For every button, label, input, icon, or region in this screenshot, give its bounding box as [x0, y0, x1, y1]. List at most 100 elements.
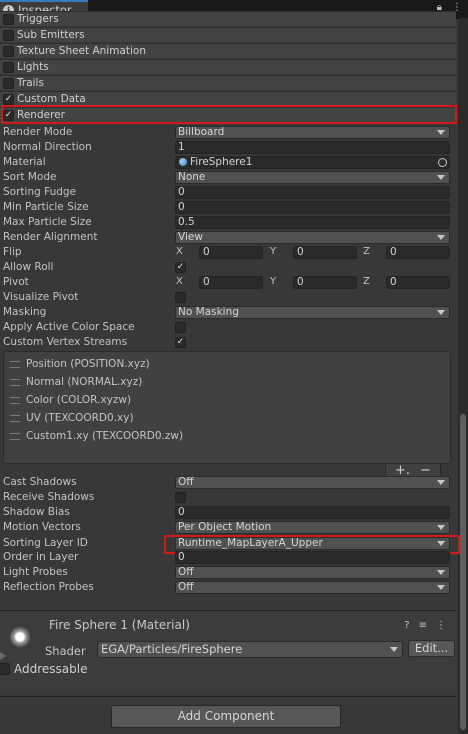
module-checkbox[interactable]: ✓ [3, 93, 14, 105]
stream-label: Color (COLOR.xyzw) [26, 394, 132, 406]
module-lights[interactable]: Lights [0, 59, 456, 74]
flip-z-field[interactable]: 0 [386, 246, 450, 259]
normal-direction-field[interactable]: 1 [175, 141, 450, 154]
list-item[interactable]: Color (COLOR.xyzw) [10, 392, 131, 408]
apply-active-color-space-checkbox[interactable] [175, 322, 186, 333]
dropdown-value: Off [178, 566, 194, 578]
dropdown-value: View [178, 231, 203, 243]
add-component-button[interactable]: Add Component [111, 705, 341, 728]
property-label: Pivot [3, 276, 29, 288]
scrollbar-thumb[interactable] [460, 414, 466, 730]
property-label: Custom Vertex Streams [3, 336, 128, 348]
property-label: Material [3, 156, 46, 168]
list-item[interactable]: Position (POSITION.xyz) [10, 356, 150, 372]
property-label: Sorting Layer ID [3, 537, 88, 549]
foldout-arrow-icon[interactable] [0, 652, 6, 660]
module-checkbox[interactable] [3, 29, 14, 41]
motion-vectors-dropdown[interactable]: Per Object Motion [175, 521, 450, 534]
property-label: Order in Layer [3, 551, 79, 563]
dropdown-value: Billboard [178, 126, 225, 138]
module-sub-emitters[interactable]: Sub Emitters [0, 27, 456, 42]
stream-label: Custom1.xy (TEXCOORD0.zw) [26, 430, 184, 442]
scrollbar[interactable] [458, 18, 468, 734]
render-mode-row: Render Mode Billboard [0, 125, 456, 140]
drag-handle-icon[interactable] [10, 378, 20, 386]
shadow-bias-field[interactable]: 0 [175, 506, 450, 519]
property-label: Sorting Fudge [3, 186, 77, 198]
material-actions: ? ≡ ⋮ [404, 620, 446, 631]
module-checkbox[interactable] [3, 13, 14, 25]
drag-handle-icon[interactable] [10, 414, 20, 422]
flip-y-field[interactable]: 0 [293, 246, 357, 259]
pivot-y-field[interactable]: 0 [293, 276, 357, 289]
addressable-checkbox[interactable] [0, 663, 10, 675]
custom-vertex-streams-checkbox[interactable]: ✓ [175, 337, 186, 348]
chevron-down-icon [437, 480, 445, 485]
property-label: Sort Mode [3, 171, 57, 183]
render-mode-dropdown[interactable]: Billboard [175, 126, 450, 139]
module-trails[interactable]: Trails [0, 75, 456, 90]
list-item[interactable]: Custom1.xy (TEXCOORD0.zw) [10, 428, 183, 444]
property-label: Shadow Bias [3, 506, 70, 518]
object-picker-icon[interactable] [438, 158, 447, 167]
cast-shadows-dropdown[interactable]: Off [175, 476, 450, 489]
dropdown-value: Per Object Motion [178, 521, 272, 533]
dropdown-value: None [178, 171, 206, 183]
addressable-row: Addressable [0, 662, 87, 676]
visualize-pivot-row: Visualize Pivot [0, 290, 456, 305]
module-texture-sheet-animation[interactable]: Texture Sheet Animation [0, 43, 456, 58]
visualize-pivot-checkbox[interactable] [175, 292, 186, 303]
property-label: Motion Vectors [3, 521, 81, 533]
module-checkbox[interactable] [3, 61, 14, 73]
drag-handle-icon[interactable] [10, 360, 20, 368]
order-in-layer-field[interactable]: 0 [175, 551, 450, 564]
sorting-fudge-field[interactable]: 0 [175, 186, 450, 199]
property-label: Visualize Pivot [3, 291, 79, 303]
edit-shader-button[interactable]: Edit... [408, 640, 455, 657]
property-label: Flip [3, 246, 22, 258]
property-label: Apply Active Color Space [3, 321, 135, 333]
pivot-z-field[interactable]: 0 [386, 276, 450, 289]
list-item[interactable]: UV (TEXCOORD0.xy) [10, 410, 134, 426]
material-icon [179, 158, 187, 166]
material-preview [10, 626, 32, 648]
axis-label-z: Z [363, 246, 370, 257]
flip-x-field[interactable]: 0 [199, 246, 263, 259]
material-title: Fire Sphere 1 (Material) [49, 618, 190, 632]
drag-handle-icon[interactable] [10, 396, 20, 404]
list-item[interactable]: Normal (NORMAL.xyz) [10, 374, 142, 390]
allow-roll-row: Allow Roll ✓ [0, 260, 456, 275]
light-probes-dropdown[interactable]: Off [175, 566, 450, 579]
module-triggers[interactable]: Triggers [0, 11, 456, 26]
chevron-down-icon [437, 175, 445, 180]
sorting-fudge-row: Sorting Fudge 0 [0, 185, 456, 200]
module-checkbox[interactable] [3, 77, 14, 89]
module-checkbox[interactable] [3, 45, 14, 57]
chevron-down-icon [390, 647, 398, 652]
min-particle-size-field[interactable]: 0 [175, 201, 450, 214]
masking-row: Masking No Masking [0, 305, 456, 320]
help-icon[interactable]: ? [404, 620, 409, 631]
shader-dropdown[interactable]: EGA/Particles/FireSphere [97, 641, 403, 658]
module-label: Trails [17, 77, 44, 89]
render-alignment-dropdown[interactable]: View [175, 231, 450, 244]
material-row: Material FireSphere1 [0, 155, 456, 170]
material-object-field[interactable]: FireSphere1 [175, 156, 450, 169]
pivot-x-field[interactable]: 0 [199, 276, 263, 289]
module-label: Custom Data [17, 93, 86, 105]
reflection-probes-dropdown[interactable]: Off [175, 581, 450, 594]
property-label: Render Mode [3, 126, 73, 138]
more-options-icon[interactable]: ⋮ [436, 620, 446, 631]
allow-roll-checkbox[interactable]: ✓ [175, 262, 186, 273]
drag-handle-icon[interactable] [10, 432, 20, 440]
axis-label-y: Y [270, 246, 277, 257]
settings-sliders-icon[interactable]: ≡ [419, 620, 427, 631]
chevron-down-icon [437, 570, 445, 575]
chevron-down-icon [437, 235, 445, 240]
sort-mode-dropdown[interactable]: None [175, 171, 450, 184]
module-custom-data[interactable]: ✓ Custom Data [0, 91, 456, 106]
masking-dropdown[interactable]: No Masking [175, 306, 450, 319]
chevron-down-icon [437, 525, 445, 530]
max-particle-size-field[interactable]: 0.5 [175, 216, 450, 229]
receive-shadows-checkbox[interactable] [175, 492, 186, 503]
